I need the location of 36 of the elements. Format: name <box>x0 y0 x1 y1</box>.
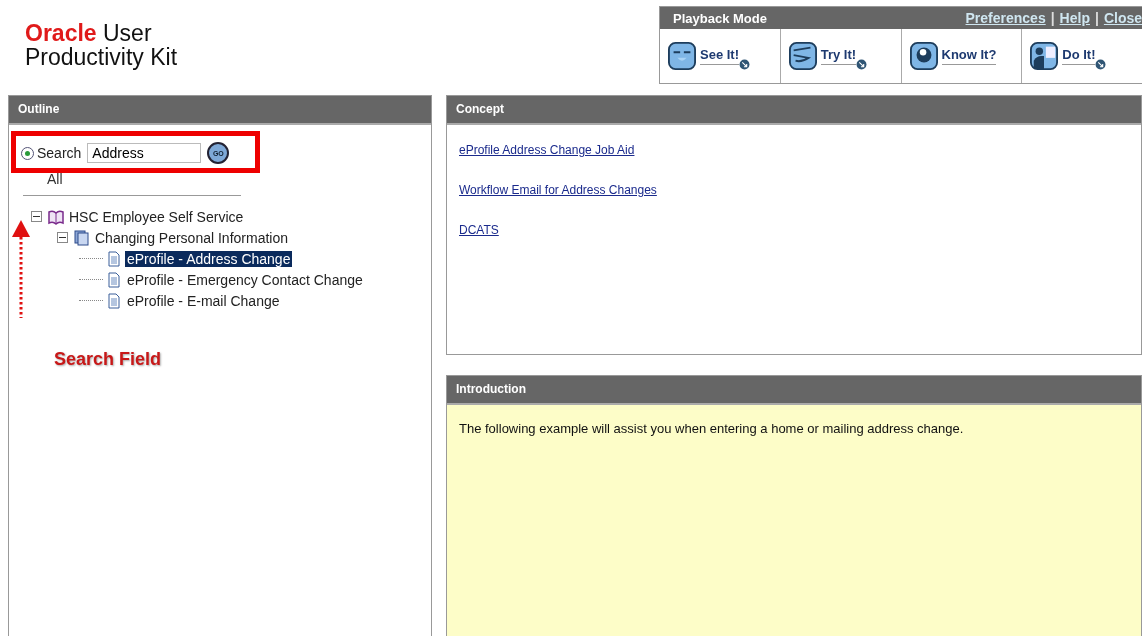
collapse-toggle[interactable] <box>57 232 68 243</box>
panel-header: Outline <box>9 96 431 125</box>
panel-header: Concept <box>447 96 1141 125</box>
logo-text: Productivity Kit <box>25 45 178 69</box>
face-icon <box>668 42 696 70</box>
logo-text: Oracle User <box>25 21 153 45</box>
tree-item[interactable]: Changing Personal Information <box>93 229 290 246</box>
head-icon <box>909 42 938 70</box>
concept-link[interactable]: eProfile Address Change Job Aid <box>459 143 635 157</box>
concept-link[interactable]: DCATS <box>459 223 499 237</box>
panel-title: Playback Mode <box>673 10 767 26</box>
hand-icon <box>788 42 817 70</box>
concept-link[interactable]: Workflow Email for Address Changes <box>459 183 657 197</box>
document-icon <box>106 250 122 267</box>
document-icon <box>106 271 122 288</box>
document-icon <box>106 292 122 309</box>
search-field[interactable]: Address <box>87 143 202 163</box>
panel-header: Introduction <box>447 376 1141 405</box>
radio-label: All <box>47 171 63 187</box>
header-link[interactable]: Help <box>1059 10 1090 26</box>
radio-button[interactable] <box>21 146 34 160</box>
documents-icon <box>74 229 90 246</box>
tree-item[interactable]: eProfile - Address Change <box>125 250 293 267</box>
annotation-label: Search Field <box>54 349 162 370</box>
separator: | <box>1050 10 1055 26</box>
radio-label: Search <box>37 145 82 161</box>
tree-item[interactable]: eProfile - E-mail Change <box>125 292 282 309</box>
figure-icon <box>1030 42 1059 70</box>
tree-item[interactable]: HSC Employee Self Service <box>67 208 246 225</box>
book-icon <box>48 208 64 225</box>
header-link[interactable]: Preferences <box>965 10 1046 26</box>
collapse-toggle[interactable] <box>31 211 42 222</box>
header-link[interactable]: Close <box>1103 10 1142 26</box>
separator: | <box>1094 10 1099 26</box>
introduction-text: The following example will assist you when entering a home or mailing address change. <box>459 421 965 436</box>
tree-item[interactable]: eProfile - Emergency Contact Change <box>125 271 365 288</box>
